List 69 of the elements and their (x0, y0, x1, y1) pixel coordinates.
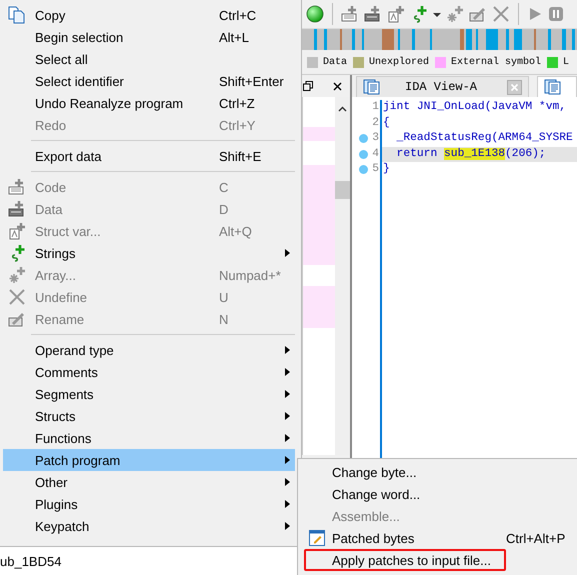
function-name[interactable]: ub_1BD54 (0, 554, 62, 569)
document-icon (363, 79, 381, 95)
block-plus-icon[interactable] (341, 5, 359, 23)
pause-icon[interactable] (548, 5, 564, 23)
document-icon (544, 79, 562, 95)
legend-label: L (563, 56, 570, 68)
submenu-arrow-icon (285, 412, 290, 420)
menu-item[interactable]: Undo Reanalyze program Ctrl+Z (3, 92, 295, 114)
menu-item[interactable]: Structs (3, 405, 295, 427)
legend-label: Data (323, 56, 348, 68)
menu-item[interactable]: Operand type (3, 339, 295, 361)
page-plus-icon[interactable] (387, 5, 405, 23)
submenu-arrow-icon (285, 522, 290, 530)
block-plus-icon (8, 200, 26, 218)
code-line: jint JNI_OnLoad(JavaVM *vm, (382, 100, 568, 115)
menu-item[interactable]: Select identifier Shift+Enter (3, 70, 295, 92)
menu-item[interactable]: Other (3, 471, 295, 493)
play-icon[interactable] (527, 5, 543, 23)
menu-item[interactable]: Change byte... (302, 461, 577, 483)
block-plus-icon[interactable] (364, 5, 382, 23)
menu-item[interactable]: Strings (3, 242, 295, 264)
line-number: 1 (372, 100, 379, 115)
menu-item[interactable]: Plugins (3, 493, 295, 515)
menu-item[interactable]: Comments (3, 361, 295, 383)
block-plus-icon (8, 178, 26, 196)
menu-item[interactable]: Select all (3, 48, 295, 70)
legend-label: External symbol (451, 56, 542, 68)
submenu-arrow-icon (285, 390, 290, 398)
submenu-arrow-icon (285, 249, 290, 257)
code-line: { (382, 116, 391, 130)
navigation-band[interactable] (300, 29, 577, 50)
menu-item[interactable]: Export data Shift+E (3, 145, 295, 167)
code-line: _ReadStatusReg(ARM64_SYSRE (396, 131, 574, 146)
page-plus-icon (8, 222, 26, 240)
submenu-arrow-icon (285, 456, 290, 464)
line-number: 2 (372, 116, 379, 130)
menu-item[interactable]: Functions (3, 427, 295, 449)
menu-item[interactable]: Copy Ctrl+C (3, 4, 295, 26)
line-number: 5 (372, 162, 379, 177)
menu-item[interactable]: Segments (3, 383, 295, 405)
close-icon[interactable] (333, 82, 342, 90)
status-light-icon (306, 5, 324, 23)
menu-item[interactable]: Keypatch (3, 515, 295, 537)
submenu-arrow-icon (285, 500, 290, 508)
view-tab[interactable]: IDA View-A (356, 76, 530, 97)
menu-item[interactable]: Patch program (3, 449, 295, 471)
cross-icon (8, 288, 26, 306)
code-line: } (382, 162, 391, 177)
view-tab[interactable] (537, 76, 577, 97)
restore-icon[interactable] (303, 81, 313, 91)
rename-icon[interactable] (469, 5, 487, 23)
menu-item[interactable]: Change word... (302, 483, 577, 505)
submenu-arrow-icon (285, 434, 290, 442)
line-number: 3 (372, 131, 379, 146)
submenu-arrow-icon (285, 346, 290, 354)
submenu-arrow-icon (285, 478, 290, 486)
pencil-icon (309, 530, 325, 546)
menu-item[interactable]: Patched bytes Ctrl+Alt+P (302, 527, 577, 549)
menu-item[interactable]: Begin selection Alt+L (3, 26, 295, 48)
legend-label: Unexplored (369, 56, 430, 68)
asterisk-plus-icon[interactable] (446, 5, 464, 23)
scrollbar-thumb[interactable] (335, 181, 350, 199)
asterisk-plus-icon (8, 266, 26, 284)
copy-icon (8, 6, 26, 24)
cross-icon[interactable] (492, 5, 510, 23)
menu-item[interactable]: Apply patches to input file... (302, 549, 577, 571)
submenu-arrow-icon (285, 368, 290, 376)
line-number: 4 (372, 146, 379, 162)
rename-icon (8, 310, 26, 328)
